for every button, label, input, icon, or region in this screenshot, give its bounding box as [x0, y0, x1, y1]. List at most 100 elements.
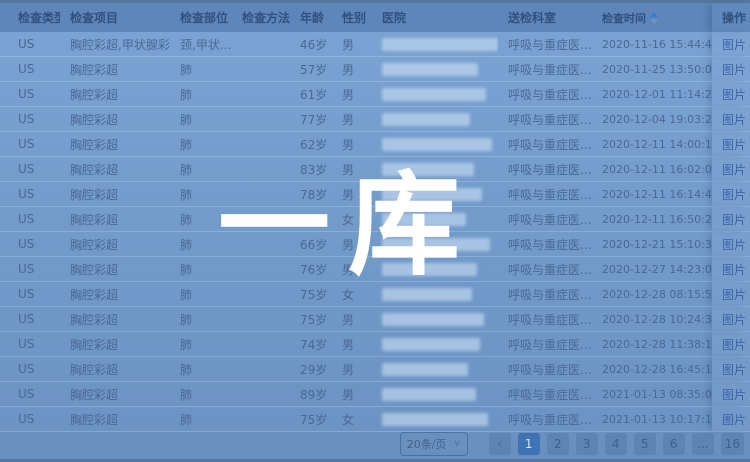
cell-gender: 男 — [332, 132, 372, 156]
cell-time: 2020-12-01 11:14:21 — [592, 82, 712, 106]
cell-dept: 呼吸与重症医... — [498, 257, 592, 281]
cell-dept: 呼吸与重症医... — [498, 82, 592, 106]
redacted-hospital-value — [382, 163, 474, 176]
cell-hospital — [372, 307, 498, 331]
sort-carets-icon[interactable] — [650, 12, 658, 24]
sort-desc-icon[interactable] — [650, 19, 658, 24]
image-link[interactable]: 图片 — [722, 86, 746, 103]
cell-hospital — [372, 182, 498, 206]
cell-part: 肺 — [170, 82, 232, 106]
cell-type: US — [0, 57, 60, 81]
image-link[interactable]: 图片 — [722, 36, 746, 53]
column-header-gender: 性别 — [332, 3, 372, 32]
cell-dept: 呼吸与重症医... — [498, 207, 592, 231]
image-link[interactable]: 图片 — [722, 336, 746, 353]
cell-part: 肺 — [170, 357, 232, 381]
cell-time: 2020-11-16 15:44:49 — [592, 32, 712, 56]
cell-part: 肺 — [170, 207, 232, 231]
redacted-hospital-value — [382, 413, 488, 426]
cell-time: 2020-12-11 16:02:05 — [592, 157, 712, 181]
cell-time: 2020-12-28 11:38:11 — [592, 332, 712, 356]
redacted-hospital-value — [382, 138, 492, 151]
cell-item: 胸腔彩超 — [60, 232, 170, 256]
cell-action: 图片 — [712, 257, 750, 281]
cell-time: 2020-12-11 14:00:14 — [592, 132, 712, 156]
cell-hospital — [372, 207, 498, 231]
image-link[interactable]: 图片 — [722, 186, 746, 203]
cell-hospital — [372, 407, 498, 431]
table-row: US胸腔彩超,甲状腺彩超颈,甲状...46岁男呼吸与重症医...2020-11-… — [0, 32, 750, 57]
cell-dept: 呼吸与重症医... — [498, 407, 592, 431]
cell-age: 76岁 — [290, 207, 332, 231]
page-button-3[interactable]: 3 — [576, 433, 598, 455]
cell-part: 肺 — [170, 307, 232, 331]
image-link[interactable]: 图片 — [722, 361, 746, 378]
image-link[interactable]: 图片 — [722, 286, 746, 303]
page-button-5[interactable]: 5 — [634, 433, 656, 455]
cell-gender: 男 — [332, 32, 372, 56]
page-ellipsis-button[interactable]: ... — [692, 433, 714, 455]
table-row: US胸腔彩超肺76岁男呼吸与重症医...2020-12-27 14:23:04图… — [0, 257, 750, 282]
redacted-hospital-value — [382, 213, 466, 226]
cell-item: 胸腔彩超 — [60, 282, 170, 306]
cell-age: 62岁 — [290, 132, 332, 156]
cell-dept: 呼吸与重症医... — [498, 332, 592, 356]
cell-gender: 男 — [332, 182, 372, 206]
image-link[interactable]: 图片 — [722, 211, 746, 228]
image-link[interactable]: 图片 — [722, 261, 746, 278]
cell-hospital — [372, 32, 498, 56]
table-body: US胸腔彩超,甲状腺彩超颈,甲状...46岁男呼吸与重症医...2020-11-… — [0, 32, 750, 432]
cell-part: 肺 — [170, 182, 232, 206]
page-button-16[interactable]: 16 — [721, 433, 744, 455]
image-link[interactable]: 图片 — [722, 411, 746, 428]
table-row: US胸腔彩超肺75岁女呼吸与重症医...2021-01-13 10:17:16图… — [0, 407, 750, 432]
table-header: 检查类型检查项目检查部位检查方法年龄性别医院送检科室检查时间操作 — [0, 0, 750, 32]
cell-age: 46岁 — [290, 32, 332, 56]
cell-part: 肺 — [170, 132, 232, 156]
table-row: US胸腔彩超肺62岁男呼吸与重症医...2020-12-11 14:00:14图… — [0, 132, 750, 157]
cell-time: 2020-12-11 16:50:25 — [592, 207, 712, 231]
image-link[interactable]: 图片 — [722, 161, 746, 178]
cell-method — [232, 282, 290, 306]
sort-asc-icon[interactable] — [650, 12, 658, 17]
prev-page-button[interactable]: ‹ — [489, 433, 511, 455]
image-link[interactable]: 图片 — [722, 136, 746, 153]
image-link[interactable]: 图片 — [722, 236, 746, 253]
table-row: US胸腔彩超肺61岁男呼吸与重症医...2020-12-01 11:14:21图… — [0, 82, 750, 107]
cell-part: 肺 — [170, 332, 232, 356]
image-link[interactable]: 图片 — [722, 311, 746, 328]
page-button-4[interactable]: 4 — [605, 433, 627, 455]
cell-hospital — [372, 57, 498, 81]
cell-dept: 呼吸与重症医... — [498, 107, 592, 131]
cell-time: 2020-12-21 15:10:33 — [592, 232, 712, 256]
cell-action: 图片 — [712, 107, 750, 131]
cell-method — [232, 207, 290, 231]
table-row: US胸腔彩超肺83岁男呼吸与重症医...2020-12-11 16:02:05图… — [0, 157, 750, 182]
cell-item: 胸腔彩超 — [60, 407, 170, 431]
cell-time: 2021-01-13 08:35:05 — [592, 382, 712, 406]
cell-item: 胸腔彩超 — [60, 132, 170, 156]
cell-age: 77岁 — [290, 107, 332, 131]
redacted-hospital-value — [382, 263, 477, 276]
image-link[interactable]: 图片 — [722, 111, 746, 128]
redacted-hospital-value — [382, 238, 490, 251]
page-button-6[interactable]: 6 — [663, 433, 685, 455]
cell-method — [232, 107, 290, 131]
image-link[interactable]: 图片 — [722, 61, 746, 78]
page-button-1[interactable]: 1 — [518, 433, 540, 455]
cell-action: 图片 — [712, 182, 750, 206]
cell-gender: 男 — [332, 157, 372, 181]
cell-type: US — [0, 232, 60, 256]
cell-dept: 呼吸与重症医... — [498, 307, 592, 331]
cell-gender: 男 — [332, 257, 372, 281]
cell-method — [232, 232, 290, 256]
redacted-hospital-value — [382, 313, 484, 326]
cell-dept: 呼吸与重症医... — [498, 357, 592, 381]
cell-action: 图片 — [712, 132, 750, 156]
column-header-time[interactable]: 检查时间 — [592, 3, 712, 32]
cell-age: 66岁 — [290, 232, 332, 256]
cell-method — [232, 332, 290, 356]
image-link[interactable]: 图片 — [722, 386, 746, 403]
page-button-2[interactable]: 2 — [547, 433, 569, 455]
page-size-select[interactable]: 20条/页 ∨ — [400, 432, 468, 456]
